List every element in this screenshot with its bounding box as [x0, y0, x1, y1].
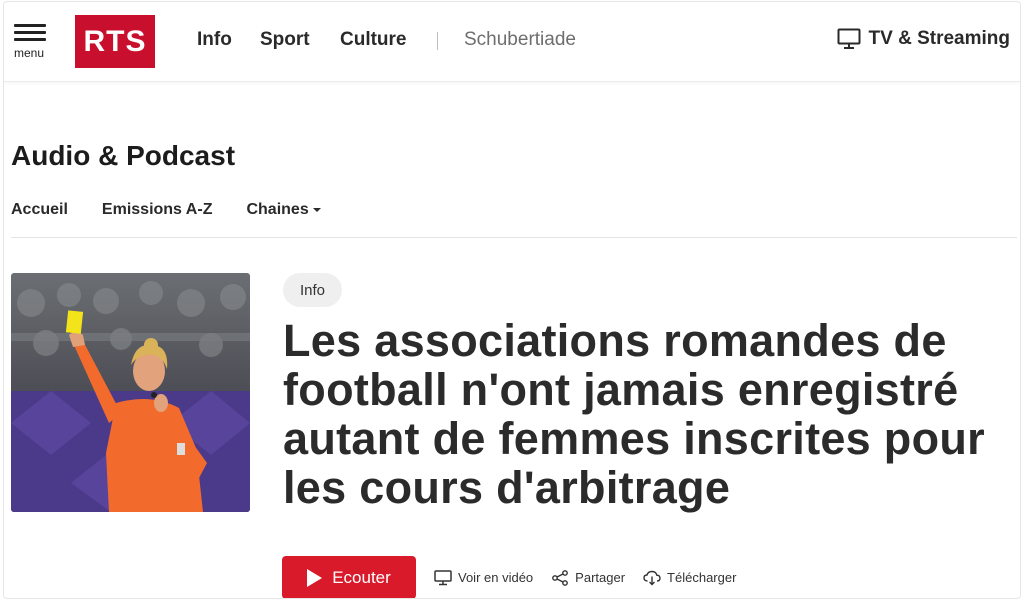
hamburger-icon-line: [14, 38, 46, 41]
section-title: Audio & Podcast: [11, 140, 236, 171]
monitor-icon: [837, 28, 861, 49]
logo-text: RTS: [83, 24, 147, 58]
download-label: Télécharger: [667, 570, 737, 585]
listen-button[interactable]: Ecouter: [282, 556, 416, 598]
menu-label: menu: [14, 46, 45, 60]
watch-video-label: Voir en vidéo: [458, 570, 534, 585]
divider: [11, 237, 1017, 238]
nav-link-culture[interactable]: Culture: [340, 29, 407, 51]
top-navigation: menu RTS Info Sport Culture Schubertiade…: [4, 2, 1020, 82]
article-headline[interactable]: Les associations romandes de football n'…: [283, 316, 1018, 512]
cloud-download-icon: [643, 570, 661, 585]
browser-page: menu RTS Info Sport Culture Schubertiade…: [3, 1, 1021, 599]
listen-label: Ecouter: [332, 567, 391, 587]
watch-video-button[interactable]: Voir en vidéo: [434, 569, 534, 586]
play-icon: [307, 568, 323, 587]
rts-logo[interactable]: RTS: [75, 15, 155, 68]
referee-photo: [11, 273, 250, 512]
nav-link-info[interactable]: Info: [197, 29, 232, 51]
monitor-icon: [434, 569, 452, 585]
subnav-accueil[interactable]: Accueil: [11, 201, 68, 219]
subnav-emissions[interactable]: Emissions A-Z: [102, 201, 213, 219]
hamburger-icon-line: [14, 31, 46, 34]
section-subnav: Accueil Emissions A-Z Chaines: [11, 201, 321, 219]
category-tag[interactable]: Info: [283, 273, 343, 307]
nav-link-schubertiade[interactable]: Schubertiade: [464, 29, 576, 51]
hamburger-icon: [14, 24, 46, 27]
nav-divider: [437, 32, 438, 50]
nav-link-sport[interactable]: Sport: [260, 29, 310, 51]
tv-streaming-link[interactable]: TV & Streaming: [837, 28, 1010, 50]
share-icon: [552, 569, 569, 586]
article-actions: Ecouter Voir en vidéo Partager Télécharg…: [282, 556, 736, 598]
share-button[interactable]: Partager: [551, 569, 626, 586]
subnav-chaines-label: Chaines: [246, 201, 309, 218]
share-label: Partager: [575, 570, 626, 585]
article-image[interactable]: [11, 273, 250, 512]
tv-streaming-label: TV & Streaming: [868, 28, 1010, 49]
menu-button[interactable]: menu: [12, 24, 52, 64]
download-button[interactable]: Télécharger: [643, 570, 736, 586]
subnav-chaines[interactable]: Chaines: [246, 201, 321, 219]
chevron-down-icon: [312, 207, 321, 212]
